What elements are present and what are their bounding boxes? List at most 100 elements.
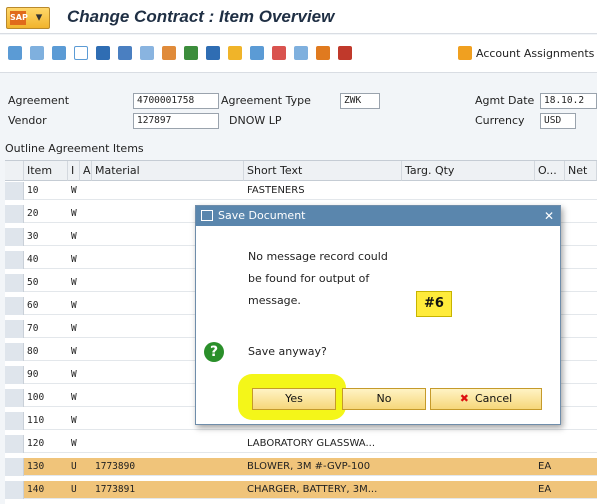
item-cell: 100 [27, 392, 45, 403]
row-selector[interactable] [5, 320, 24, 338]
dialog-message: No message record could be found for out… [248, 246, 418, 312]
account-assignments-icon[interactable] [458, 46, 472, 60]
col-a[interactable]: A [80, 161, 92, 181]
targ-qty-cell [402, 458, 535, 476]
row-selector[interactable] [5, 182, 24, 200]
report-icon[interactable] [228, 46, 242, 60]
col-net[interactable]: Net [565, 161, 597, 181]
material-cell [92, 435, 244, 453]
acct-assign-cell [80, 389, 92, 407]
acct-assign-cell [80, 366, 92, 384]
items-icon[interactable] [30, 46, 44, 60]
col-short-text[interactable]: Short Text [244, 161, 402, 181]
order-unit-cell: EA [538, 484, 552, 495]
col-material[interactable]: Material [92, 161, 244, 181]
item-cell: 20 [27, 208, 39, 219]
select-all-header[interactable] [5, 161, 24, 181]
material-cell [92, 182, 244, 200]
cancel-icon: ✖ [459, 392, 469, 405]
save-document-dialog: Save Document ✕ No message record could … [195, 205, 561, 425]
item-cell: 90 [27, 369, 39, 380]
message-line-3: message. [248, 294, 301, 307]
row-selector[interactable] [5, 435, 24, 453]
table-row[interactable]: 120 W LABORATORY GLASSWA... [5, 435, 597, 453]
row-selector[interactable] [5, 412, 24, 430]
row-selector[interactable] [5, 228, 24, 246]
vendor-label: Vendor [8, 114, 47, 127]
short-text-cell: BLOWER, 3M #-GVP-100 [247, 461, 371, 472]
row-selector[interactable] [5, 458, 24, 476]
item-cell: 60 [27, 300, 39, 311]
currency-field[interactable]: USD [540, 113, 576, 129]
row-selector[interactable] [5, 389, 24, 407]
item-cell: 30 [27, 231, 39, 242]
order-unit-cell: EA [538, 461, 552, 472]
sap-logo-icon: SAP [10, 11, 28, 25]
acct-assign-cell [80, 412, 92, 430]
printer-icon[interactable] [206, 46, 220, 60]
chart-icon[interactable] [338, 46, 352, 60]
header-icon[interactable] [8, 46, 22, 60]
col-i[interactable]: I [68, 161, 80, 181]
item-cell: 10 [27, 185, 39, 196]
row-selector[interactable] [5, 481, 24, 499]
order-unit-cell [535, 435, 565, 453]
acct-assign-cell [80, 320, 92, 338]
vendor-field[interactable]: 127897 [133, 113, 219, 129]
cancel-button[interactable]: ✖ Cancel [430, 388, 542, 410]
col-item[interactable]: Item [24, 161, 68, 181]
acct-assign-cell [80, 274, 92, 292]
copy-icon[interactable] [140, 46, 154, 60]
item-cell: 80 [27, 346, 39, 357]
new-document-icon[interactable] [74, 46, 88, 60]
agreement-field[interactable]: 4700001758 [133, 93, 219, 109]
item-category-cell: W [71, 438, 77, 449]
message-line-2: be found for output of [248, 272, 370, 285]
item-category-cell: W [71, 346, 77, 357]
item-category-cell: W [71, 277, 77, 288]
row-selector[interactable] [5, 205, 24, 223]
acct-assign-cell [80, 343, 92, 361]
edit-icon[interactable] [294, 46, 308, 60]
flag-icon[interactable] [184, 46, 198, 60]
short-text-cell: LABORATORY GLASSWA... [247, 438, 376, 449]
header-area: Agreement 4700001758 Agreement Type ZWK … [0, 74, 597, 138]
col-targ-qty[interactable]: Targ. Qty [402, 161, 535, 181]
sap-menu-icon[interactable]: SAP ▾ [6, 7, 50, 29]
item-category-cell: W [71, 415, 77, 426]
services-icon[interactable] [316, 46, 330, 60]
detail-icon[interactable] [52, 46, 66, 60]
item-category-cell: W [71, 185, 77, 196]
row-selector[interactable] [5, 274, 24, 292]
binoculars-icon[interactable] [272, 46, 286, 60]
dialog-window-icon [201, 210, 213, 221]
close-icon[interactable]: ✕ [544, 206, 554, 226]
agreement-type-label: Agreement Type [221, 94, 311, 107]
account-assignments-button[interactable]: Account Assignments [476, 47, 594, 60]
menu-dropdown-icon: ▾ [35, 10, 43, 25]
acct-assign-cell [80, 435, 92, 453]
delete-icon[interactable] [96, 46, 110, 60]
settings-icon[interactable] [250, 46, 264, 60]
yes-button[interactable]: Yes [252, 388, 336, 410]
targ-qty-cell [402, 182, 535, 200]
row-selector[interactable] [5, 343, 24, 361]
agmt-date-field[interactable]: 18.10.2 [540, 93, 597, 109]
row-selector[interactable] [5, 366, 24, 384]
table-row[interactable]: 10 W FASTENERS [5, 182, 597, 200]
table-row[interactable]: 130 U 1773890 BLOWER, 3M #-GVP-100 EA [5, 458, 597, 476]
table-row[interactable]: 140 U 1773891 CHARGER, BATTERY, 3M... EA [5, 481, 597, 499]
item-category-cell: U [71, 484, 77, 495]
section-title: Outline Agreement Items [5, 142, 144, 155]
print-icon[interactable] [118, 46, 132, 60]
users-icon[interactable] [162, 46, 176, 60]
step-callout: #6 [416, 291, 452, 317]
agmt-date-label: Agmt Date [475, 94, 535, 107]
material-cell: 1773891 [95, 484, 136, 495]
row-selector[interactable] [5, 251, 24, 269]
agreement-type-field[interactable]: ZWK [340, 93, 380, 109]
row-selector[interactable] [5, 297, 24, 315]
acct-assign-cell [80, 205, 92, 223]
no-button[interactable]: No [342, 388, 426, 410]
col-o[interactable]: O... [535, 161, 565, 181]
